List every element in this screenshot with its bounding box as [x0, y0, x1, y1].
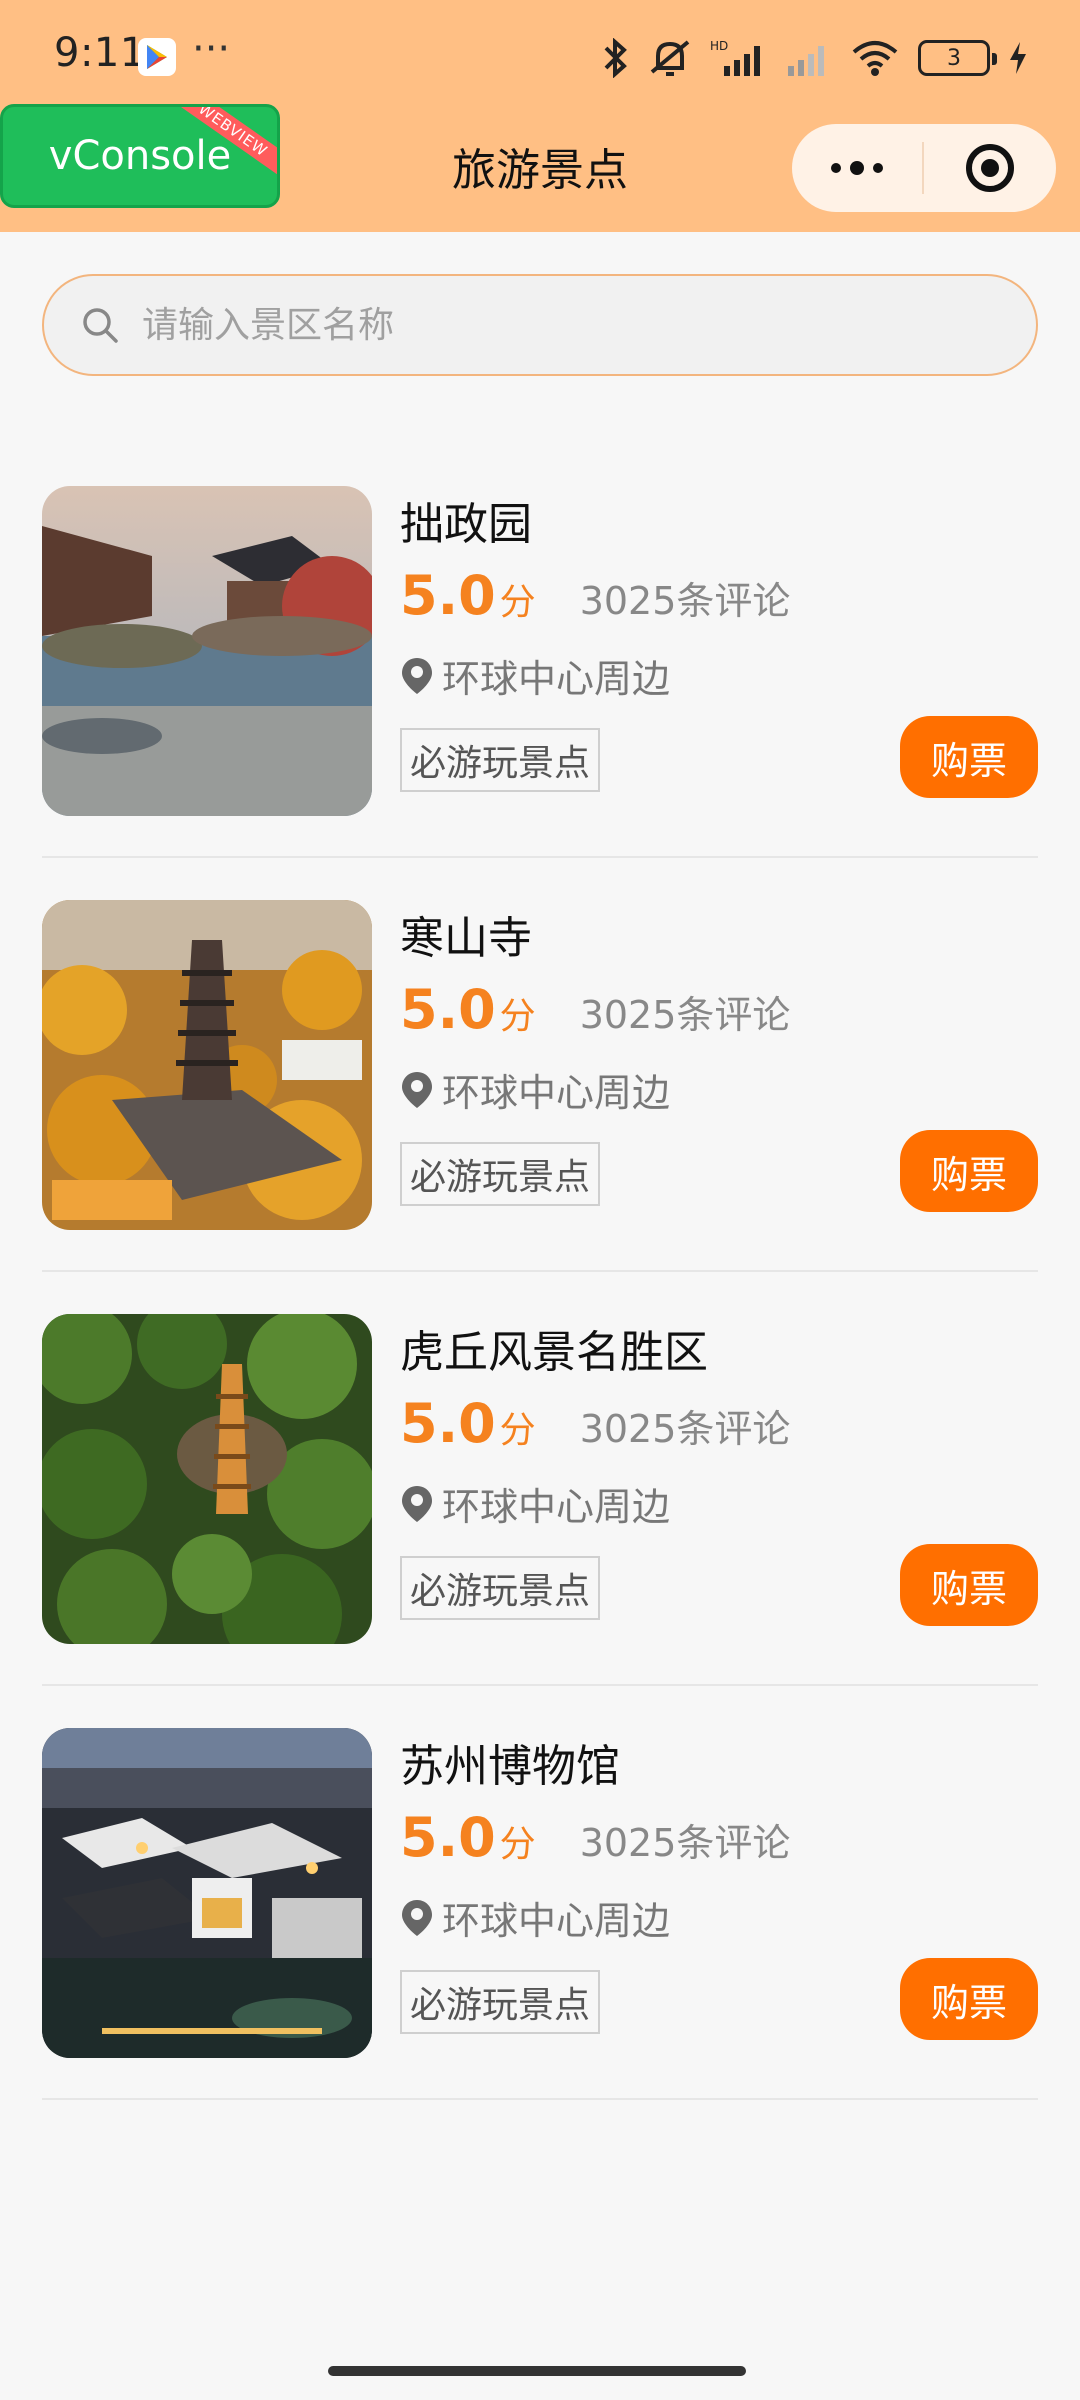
location-text: 环球中心周边: [442, 1485, 671, 1529]
attraction-tag: 必游玩景点: [400, 1556, 601, 1620]
attraction-name: 拙政园: [400, 499, 532, 550]
rating-unit: 分: [499, 1410, 536, 1451]
app-screen: 9:11 ··· HD 3 vConsole WEBVIEW 旅游景点 请输入景…: [0, 0, 1080, 2400]
attraction-list: 拙政园 5.0 分 3025条评论 环球中心周边 必游玩景点 购票 寒山寺 5.…: [42, 444, 1038, 2100]
rating-score: 5.0: [400, 564, 496, 627]
location-row: 环球中心周边: [400, 648, 670, 703]
signal-weak-icon: [788, 46, 824, 76]
buy-ticket-button[interactable]: 购票: [900, 716, 1038, 798]
rating-unit: 分: [499, 1824, 536, 1865]
more-menu-button[interactable]: [792, 161, 922, 175]
rating-score: 5.0: [400, 1392, 496, 1455]
location-row: 环球中心周边: [400, 1062, 670, 1117]
rating-row: 5.0 分 3025条评论: [400, 1392, 790, 1455]
status-time: 9:11: [54, 30, 146, 76]
more-dot-icon: [850, 161, 864, 175]
attraction-tag: 必游玩景点: [400, 1142, 601, 1206]
wifi-icon: [852, 41, 898, 76]
search-input[interactable]: [142, 304, 962, 346]
attraction-card[interactable]: 寒山寺 5.0 分 3025条评论 环球中心周边 必游玩景点 购票: [42, 858, 1038, 1272]
miniprogram-capsule: [792, 124, 1056, 212]
temple-pagoda-autumn-image[interactable]: [42, 900, 372, 1230]
hd-label: HD: [710, 39, 728, 53]
attraction-card[interactable]: 苏州博物馆 5.0 分 3025条评论 环球中心周边 必游玩景点 购票: [42, 1686, 1038, 2100]
review-count: 3025条评论: [579, 1407, 791, 1451]
status-icons: HD 3: [602, 36, 1028, 80]
close-miniprogram-button[interactable]: [924, 144, 1056, 192]
location-pin-icon: [402, 657, 432, 694]
mute-icon: [650, 40, 690, 76]
location-row: 环球中心周边: [400, 1890, 670, 1945]
charging-icon: [1010, 42, 1026, 74]
rating-row: 5.0 分 3025条评论: [400, 978, 790, 1041]
rating-unit: 分: [499, 996, 536, 1037]
location-text: 环球中心周边: [442, 1071, 671, 1115]
location-pin-icon: [402, 1899, 432, 1936]
attraction-name: 苏州博物馆: [400, 1741, 620, 1792]
attraction-name: 寒山寺: [400, 913, 532, 964]
attraction-tag: 必游玩景点: [400, 728, 601, 792]
rating-unit: 分: [499, 582, 536, 623]
location-row: 环球中心周边: [400, 1476, 670, 1531]
buy-ticket-button[interactable]: 购票: [900, 1130, 1038, 1212]
more-dot-icon: [831, 163, 841, 173]
search-bar[interactable]: [42, 274, 1038, 376]
garden-pond-image[interactable]: [42, 486, 372, 816]
attraction-name: 虎丘风景名胜区: [400, 1327, 708, 1378]
buy-ticket-button[interactable]: 购票: [900, 1958, 1038, 2040]
more-dot-icon: [873, 163, 883, 173]
bluetooth-icon: [604, 38, 627, 78]
museum-night-image[interactable]: [42, 1728, 372, 2058]
play-store-icon: [138, 38, 176, 76]
review-count: 3025条评论: [579, 579, 791, 623]
home-indicator[interactable]: [328, 2366, 746, 2376]
location-text: 环球中心周边: [442, 1899, 671, 1943]
header-bar: 9:11 ··· HD 3 vConsole WEBVIEW 旅游景点: [0, 0, 1080, 232]
location-pin-icon: [402, 1485, 432, 1522]
location-text: 环球中心周边: [442, 657, 671, 701]
status-more-icon: ···: [192, 26, 231, 72]
battery-level: 3: [947, 45, 961, 71]
rating-score: 5.0: [400, 1806, 496, 1869]
tiger-hill-pagoda-image[interactable]: [42, 1314, 372, 1644]
target-icon: [966, 144, 1014, 192]
rating-row: 5.0 分 3025条评论: [400, 1806, 790, 1869]
review-count: 3025条评论: [579, 1821, 791, 1865]
location-pin-icon: [402, 1071, 432, 1108]
review-count: 3025条评论: [579, 993, 791, 1037]
search-icon: [83, 308, 118, 343]
attraction-card[interactable]: 拙政园 5.0 分 3025条评论 环球中心周边 必游玩景点 购票: [42, 444, 1038, 858]
buy-ticket-button[interactable]: 购票: [900, 1544, 1038, 1626]
rating-row: 5.0 分 3025条评论: [400, 564, 790, 627]
signal-hd-icon: HD: [710, 39, 760, 76]
battery-icon: 3: [918, 40, 997, 76]
rating-score: 5.0: [400, 978, 496, 1041]
attraction-tag: 必游玩景点: [400, 1970, 601, 2034]
attraction-card[interactable]: 虎丘风景名胜区 5.0 分 3025条评论 环球中心周边 必游玩景点 购票: [42, 1272, 1038, 1686]
